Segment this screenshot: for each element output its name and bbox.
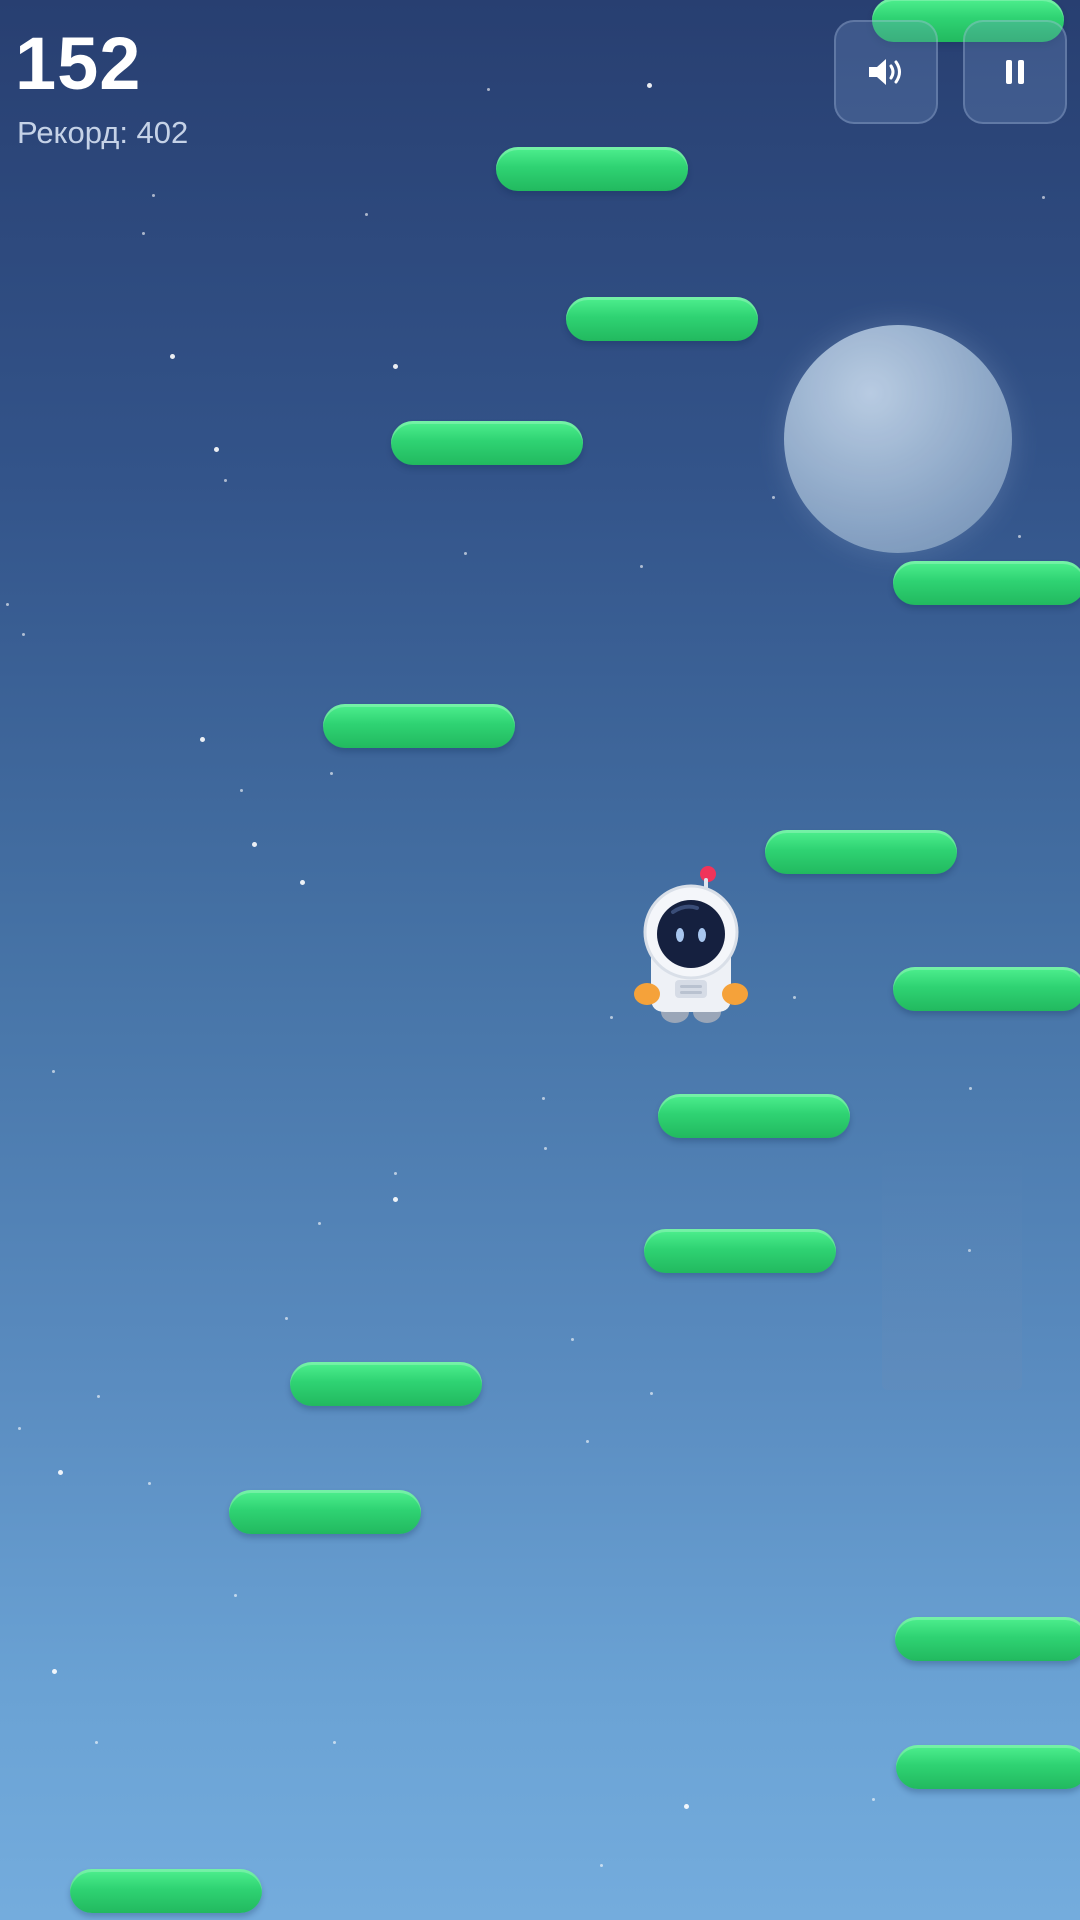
star: [571, 1338, 574, 1341]
star: [393, 364, 398, 369]
star: [58, 1470, 63, 1475]
star: [52, 1070, 55, 1073]
star: [52, 1669, 57, 1674]
platform: [70, 1869, 262, 1913]
star: [684, 1804, 689, 1809]
star: [333, 1741, 336, 1744]
star: [252, 842, 257, 847]
helmet-visor: [657, 900, 725, 968]
platform: [893, 561, 1080, 605]
star: [318, 1222, 321, 1225]
best-record-label: Рекорд: 402: [17, 115, 189, 150]
star: [542, 1097, 545, 1100]
platform: [290, 1362, 482, 1406]
platform: [765, 830, 957, 874]
star: [240, 789, 243, 792]
moon: [784, 325, 1012, 553]
astronaut-player: [634, 866, 748, 1023]
platform: [496, 147, 688, 191]
star: [393, 1197, 398, 1202]
platform: [229, 1490, 421, 1534]
star: [1042, 196, 1045, 199]
star: [224, 479, 227, 482]
platform: [644, 1229, 836, 1273]
star: [1018, 535, 1021, 538]
platform: [896, 1745, 1080, 1789]
star: [95, 1741, 98, 1744]
game-canvas[interactable]: [0, 0, 1080, 1920]
star: [586, 1440, 589, 1443]
platform: [893, 967, 1080, 1011]
star: [142, 232, 145, 235]
star: [330, 772, 333, 775]
star: [300, 880, 305, 885]
platform: [391, 421, 583, 465]
score-counter: 152: [15, 22, 142, 105]
star: [793, 996, 796, 999]
pause-icon: [1006, 60, 1024, 84]
star: [610, 1016, 613, 1019]
star: [969, 1087, 972, 1090]
antenna-light: [700, 866, 716, 882]
star: [214, 447, 219, 452]
star: [872, 1798, 875, 1801]
star: [97, 1395, 100, 1398]
star: [772, 496, 775, 499]
sound-toggle-button[interactable]: [834, 20, 938, 124]
speaker-volume-icon: [869, 59, 901, 85]
star: [22, 633, 25, 636]
star: [544, 1147, 547, 1150]
star: [6, 603, 9, 606]
star: [152, 194, 155, 197]
platform: [323, 704, 515, 748]
background-tower: [882, 1140, 1022, 1390]
star: [640, 565, 643, 568]
star: [200, 737, 205, 742]
star: [148, 1482, 151, 1485]
star: [600, 1864, 603, 1867]
star: [464, 552, 467, 555]
star: [170, 354, 175, 359]
star: [647, 83, 652, 88]
star: [285, 1317, 288, 1320]
star: [234, 1594, 237, 1597]
pause-button[interactable]: [963, 20, 1067, 124]
platform: [895, 1617, 1080, 1661]
platform: [566, 297, 758, 341]
star: [394, 1172, 397, 1175]
star: [18, 1427, 21, 1430]
star: [487, 88, 490, 91]
star: [650, 1392, 653, 1395]
star: [365, 213, 368, 216]
platform: [658, 1094, 850, 1138]
